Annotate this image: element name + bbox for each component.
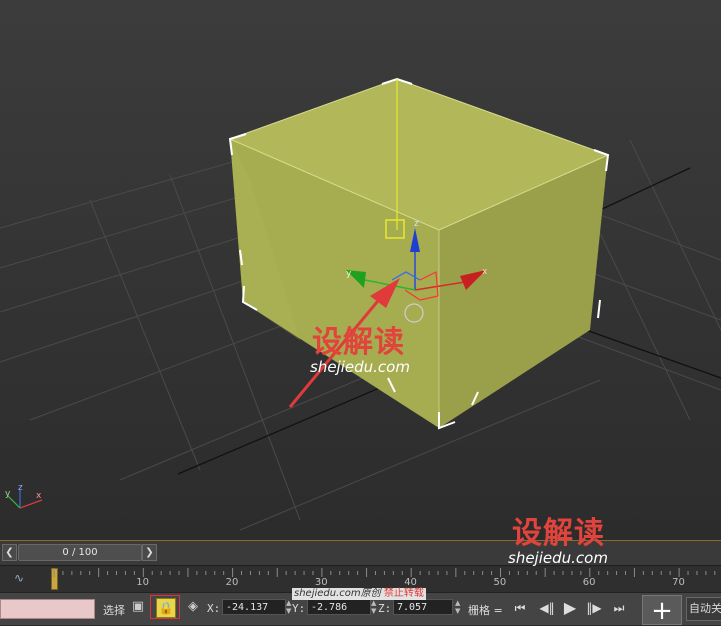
- timeline-tick-label: 60: [582, 577, 596, 588]
- watermark-right-cn: 设解读: [512, 516, 605, 551]
- timeline-tick-label: 70: [672, 577, 685, 588]
- go-to-start-icon[interactable]: ⏮: [510, 598, 530, 618]
- timeline-tick-label: 10: [136, 577, 150, 588]
- y-spinner-icon[interactable]: ▲ ▼: [371, 599, 376, 615]
- time-slider-bar: ❮ 0 / 100 ❯: [0, 540, 721, 565]
- gizmo-x-label: x: [482, 267, 488, 277]
- z-coord-label: Z:: [378, 602, 392, 615]
- selection-lock-toggle[interactable]: 🔒: [150, 595, 180, 619]
- curve-editor-icon[interactable]: ∿: [4, 569, 34, 587]
- viewport-scene: z x y z x y: [0, 77, 721, 531]
- world-axis-line: [177, 379, 399, 475]
- grid-spacing-label: 栅格 =: [468, 604, 503, 617]
- x-coord-input[interactable]: -24.137: [222, 599, 286, 615]
- copyright-overlay: shejiedu.com原创 禁止转载: [292, 588, 426, 600]
- absolute-mode-icon[interactable]: ◈: [184, 598, 202, 616]
- perspective-viewport[interactable]: z x y z x y 设解读 shejiedu.com 设解读 shejied…: [0, 0, 721, 566]
- world-axis-line: [599, 167, 691, 211]
- y-coord-label: Y:: [292, 602, 306, 615]
- previous-frame-icon[interactable]: ◀‖: [537, 598, 557, 618]
- watermark-center-en: shejiedu.com: [310, 358, 410, 376]
- viewcube-axes: z x y: [5, 483, 43, 509]
- copyright-notice: 禁止转载: [383, 588, 424, 599]
- world-axis-line: [585, 329, 721, 379]
- status-bar: 选择 ▣ 🔒 ◈ X: -24.137 ▲ ▼ Y: -2.786 ▲ ▼ Z: 7…: [0, 588, 721, 626]
- lock-icon: 🔒: [156, 598, 176, 618]
- go-to-end-icon[interactable]: ⏭: [609, 598, 629, 618]
- gizmo-z-label: z: [414, 219, 419, 229]
- x-spinner-icon[interactable]: ▲ ▼: [286, 599, 291, 615]
- chevron-right-icon[interactable]: ❯: [142, 544, 157, 561]
- timeline-tick-label: 50: [493, 577, 507, 588]
- watermark-right-en: shejiedu.com: [508, 549, 608, 567]
- gizmo-y-label: y: [346, 269, 352, 279]
- z-spinner-icon[interactable]: ▲ ▼: [455, 599, 460, 615]
- selection-set-icon[interactable]: ▣: [129, 598, 147, 616]
- timeline-tick-label: 30: [314, 577, 328, 588]
- set-key-button[interactable]: +: [642, 595, 682, 626]
- watermark-center: 设解读 shejiedu.com: [310, 325, 410, 376]
- chevron-left-icon[interactable]: ❮: [2, 544, 17, 561]
- x-coord-label: X:: [207, 602, 221, 615]
- timeline-tick-label: 40: [404, 577, 417, 588]
- next-frame-icon[interactable]: ‖▶: [584, 598, 604, 618]
- watermark-center-cn: 设解读: [312, 325, 405, 360]
- axis-x-label: x: [36, 491, 42, 501]
- axis-y-label: y: [5, 489, 11, 499]
- axis-z-label: z: [18, 483, 23, 493]
- auto-key-button[interactable]: 自动关键点: [686, 597, 721, 621]
- z-coord-input[interactable]: 7.057: [393, 599, 453, 615]
- maxscript-listener-field[interactable]: [0, 599, 95, 619]
- frame-slider[interactable]: 0 / 100: [18, 544, 142, 561]
- watermark-right: 设解读 shejiedu.com: [508, 516, 608, 567]
- copyright-site: shejiedu.com原创: [294, 588, 381, 599]
- play-icon[interactable]: ▶: [560, 598, 580, 618]
- selection-status-label: 选择: [103, 604, 125, 617]
- y-coord-input[interactable]: -2.786: [307, 599, 371, 615]
- timeline-tick-label: 20: [225, 577, 239, 588]
- box-object[interactable]: [229, 78, 610, 428]
